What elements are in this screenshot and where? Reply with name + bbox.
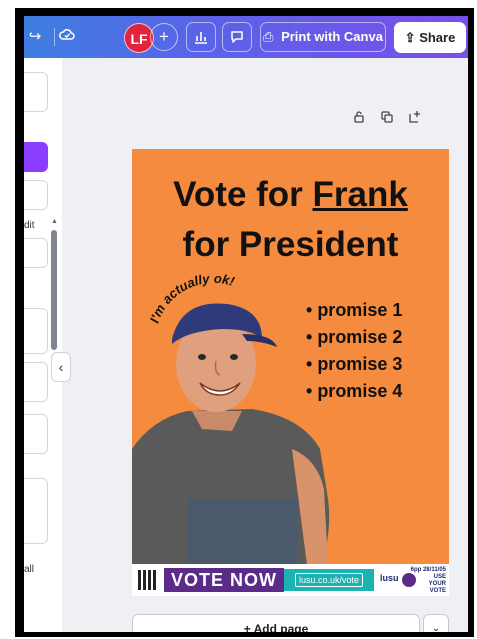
lock-icon[interactable]: [352, 110, 366, 127]
vote-url-banner: lusu.co.uk/vote: [284, 569, 374, 591]
panel-field[interactable]: [24, 362, 48, 402]
print-icon: ⎙: [263, 29, 274, 44]
promise-item[interactable]: • promise 2: [306, 324, 402, 351]
side-panel: dit all ▲: [24, 58, 62, 632]
collapse-panel-button[interactable]: ‹: [51, 352, 71, 382]
poster-title-line2[interactable]: for President: [132, 225, 449, 265]
panel-field[interactable]: [24, 308, 48, 354]
add-collaborator-button[interactable]: +: [150, 23, 178, 51]
toolbar-divider: [54, 28, 55, 46]
poster-footer[interactable]: VOTE NOW lusu.co.uk/vote lusu 6pp 28/11/…: [132, 564, 449, 596]
promise-list: • promise 1 • promise 2 • promise 3 • pr…: [306, 297, 402, 405]
promise-item[interactable]: • promise 3: [306, 351, 402, 378]
print-with-canva-button[interactable]: ⎙ Print with Canva: [260, 22, 386, 52]
share-button[interactable]: ⇪ Share: [394, 22, 466, 53]
print-label: Print with Canva: [281, 29, 383, 44]
insights-button[interactable]: [186, 22, 216, 52]
comment-button[interactable]: [222, 22, 252, 52]
chevron-down-icon: ⌄: [431, 623, 441, 632]
panel-field[interactable]: [24, 180, 48, 210]
panel-field[interactable]: [24, 238, 48, 268]
undo-icon[interactable]: ↪: [24, 26, 46, 48]
vote-url: lusu.co.uk/vote: [294, 573, 364, 587]
title-name: Frank: [312, 175, 408, 214]
use-your-vote-graphic: 6pp 28/11/05 USE YOUR VOTE: [404, 567, 446, 594]
lusu-logo: lusu: [380, 573, 399, 583]
top-toolbar: ↪ LF + ⎙ Print with Canva ⇪ Share: [24, 16, 468, 58]
canva-editor: ↪ LF + ⎙ Print with Canva ⇪ Share dit al…: [24, 16, 468, 632]
vote-now-banner: VOTE NOW: [164, 568, 284, 592]
poster-title-line1[interactable]: Vote for Frank: [132, 175, 449, 215]
title-prefix: Vote for: [173, 175, 313, 214]
share-label: Share: [419, 30, 456, 45]
panel-label-edit: dit: [24, 220, 35, 231]
panel-card[interactable]: [24, 72, 48, 112]
panel-label-all: all: [24, 564, 35, 575]
chevron-left-icon: ‹: [58, 359, 64, 375]
vote-date: 6pp 28/11/05: [410, 567, 446, 573]
insights-icon: [195, 32, 207, 44]
cloud-check-icon[interactable]: [56, 26, 78, 48]
panel-field[interactable]: [24, 414, 48, 454]
add-page-icon[interactable]: [408, 110, 422, 127]
promise-item[interactable]: • promise 4: [306, 378, 402, 405]
add-page-options-button[interactable]: ⌄: [423, 614, 449, 632]
panel-scrollbar[interactable]: [51, 230, 57, 350]
design-page[interactable]: Vote for Frank for President I'm actuall…: [132, 149, 449, 596]
panel-field[interactable]: [24, 478, 48, 544]
share-icon: ⇪: [404, 30, 416, 45]
scroll-up-icon[interactable]: ▲: [51, 218, 58, 225]
add-page-button[interactable]: + Add page: [132, 614, 420, 632]
duplicate-icon[interactable]: [380, 110, 394, 127]
panel-primary-button[interactable]: [24, 142, 48, 172]
qr-code-icon: [138, 570, 158, 590]
candidate-photo[interactable]: [132, 299, 332, 565]
promise-item[interactable]: • promise 1: [306, 297, 402, 324]
comment-icon: [231, 31, 243, 43]
